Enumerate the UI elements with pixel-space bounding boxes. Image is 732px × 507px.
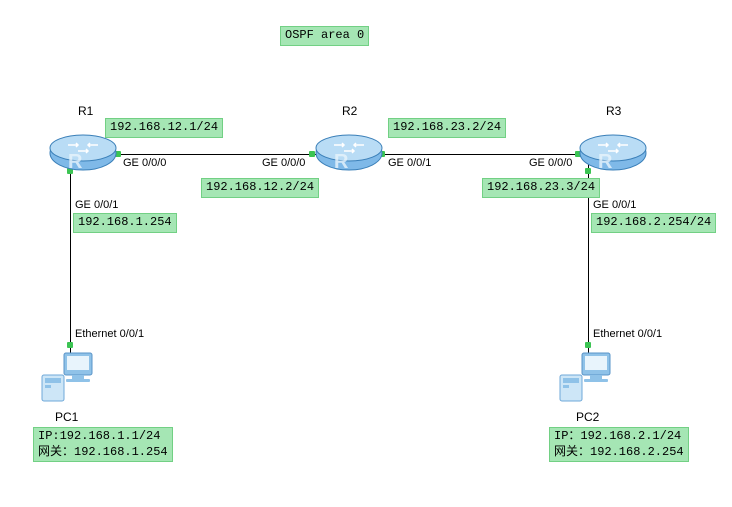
port-label: GE 0/0/0: [529, 157, 572, 169]
pc-label: PC1: [55, 410, 78, 424]
pc-2[interactable]: [554, 345, 614, 405]
router-label: R2: [342, 104, 357, 118]
svg-text:R: R: [334, 151, 349, 173]
port-label: GE 0/0/1: [388, 157, 431, 169]
router-label: R1: [78, 104, 93, 118]
port-label: GE 0/0/1: [75, 199, 118, 211]
pc1-info: IP:192.168.1.1/24 网关：192.168.1.254: [33, 427, 173, 462]
router-r1[interactable]: R: [48, 133, 118, 173]
port-label: Ethernet 0/0/1: [593, 328, 662, 340]
ip-label: 192.168.2.254/24: [591, 213, 716, 233]
router-r3[interactable]: R: [578, 133, 648, 173]
svg-text:R: R: [68, 151, 83, 173]
port-label: Ethernet 0/0/1: [75, 328, 144, 340]
pc1-ip: IP:192.168.1.1/24: [38, 429, 160, 443]
link-r1-r2: [114, 154, 324, 155]
pc2-gw: 网关：192.168.2.254: [554, 445, 684, 459]
pc-label: PC2: [576, 410, 599, 424]
pc2-info: IP：192.168.2.1/24 网关：192.168.2.254: [549, 427, 689, 462]
pc2-ip: IP：192.168.2.1/24: [554, 429, 681, 443]
link-r2-r3: [380, 154, 590, 155]
pc1-gw: 网关：192.168.1.254: [38, 445, 168, 459]
ip-label: 192.168.12.1/24: [105, 118, 223, 138]
link-r1-pc1: [70, 160, 71, 355]
svg-text:R: R: [598, 151, 613, 173]
pc-1[interactable]: [36, 345, 96, 405]
ip-label: 192.168.23.2/24: [388, 118, 506, 138]
router-r2[interactable]: R: [314, 133, 384, 173]
ip-label: 192.168.23.3/24: [482, 178, 600, 198]
port-label: GE 0/0/0: [262, 157, 305, 169]
diagram-title: OSPF area 0: [280, 26, 369, 46]
port-label: GE 0/0/1: [593, 199, 636, 211]
router-label: R3: [606, 104, 621, 118]
port-label: GE 0/0/0: [123, 157, 166, 169]
ip-label: 192.168.12.2/24: [201, 178, 319, 198]
ip-label: 192.168.1.254: [73, 213, 177, 233]
